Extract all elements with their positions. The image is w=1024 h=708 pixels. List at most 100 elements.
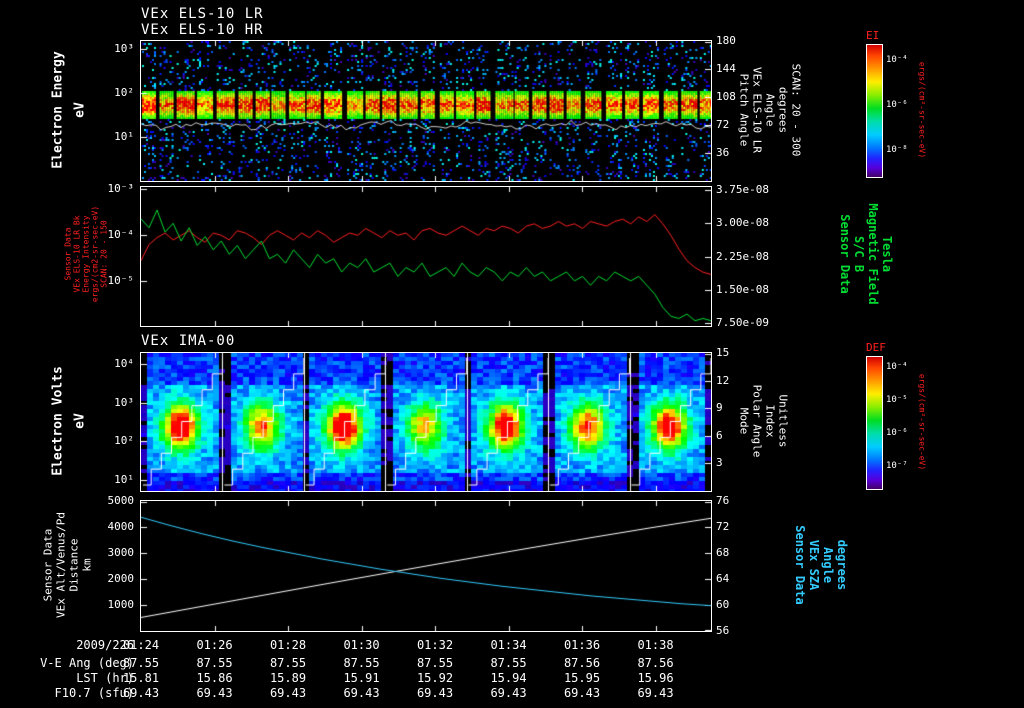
rtick-p3-3: 6 (716, 429, 723, 442)
ytick-p3-2: 10² (114, 434, 134, 447)
ylabel-els-line-2: Energy Intensity (81, 215, 91, 293)
xtick-6: 01:36 (563, 638, 601, 652)
rtick-p1-0: 180 (716, 34, 736, 47)
table-cell-0-4: 87.55 (416, 656, 454, 670)
rlabel-bfield-2: Magnetic Field (866, 203, 880, 305)
ylabel-eph-1: VEx Alt/Venus/Pd (54, 512, 68, 618)
ytick-p4-2: 3000 (107, 546, 135, 559)
ytick-p3-0: 10⁴ (114, 357, 134, 370)
cbtick-els-2: 10⁻⁸ (886, 145, 908, 155)
ytick-p2-1: 10⁻⁴ (107, 228, 135, 241)
ylabel-ima-0: Electron Volts (50, 366, 66, 476)
rlabel-mode-1: Polar Angle (750, 384, 764, 458)
ylabel-els-line-3: ergs/(cm2-sr-sec-eV) (90, 205, 100, 303)
rtick-p2-0: 3.75e-08 (716, 183, 769, 196)
rlabel-mode-2: Index (763, 404, 777, 438)
colorbar-els-title: EI (866, 29, 880, 42)
ylabel-ima-1: eV (72, 413, 88, 429)
xtick-0: 01:24 (122, 638, 160, 652)
ytick-p2-2: 10⁻⁵ (107, 274, 135, 287)
colorbar-ima (866, 356, 883, 490)
els-intensity-bfield-canvas (140, 186, 712, 327)
table-cell-0-6: 87.56 (563, 656, 601, 670)
rlabel-pitch-0: Pitch Angle (737, 73, 751, 147)
rtick-p1-1: 144 (716, 62, 736, 75)
xtick-7: 01:38 (637, 638, 674, 652)
xtick-5: 01:34 (490, 638, 527, 652)
table-cell-2-1: 69.43 (196, 686, 233, 700)
xtick-2: 01:28 (269, 638, 307, 652)
ylabel-els-0: Electron Energy (50, 51, 66, 169)
table-row-label-0: V-E Ang (deg) (40, 656, 134, 670)
cdaweb-plot-screen: VEx ELS-10 LR VEx ELS-10 HR VEx IMA-00 E… (0, 0, 1024, 708)
rtick-p3-1: 12 (716, 374, 730, 387)
ylabel-eph-3: km (80, 558, 94, 572)
plot-title-els-lr: VEx ELS-10 LR (141, 6, 264, 22)
rtick-p4-0: 76 (716, 494, 730, 507)
rlabel-sza-0: Sensor Data (793, 525, 807, 605)
table-cell-1-5: 15.94 (490, 671, 527, 685)
ytick-p4-4: 1000 (107, 598, 135, 611)
plot-title-els-hr: VEx ELS-10 HR (141, 22, 264, 38)
rlabel-pitch-1: VEx ELS-10 LR (750, 66, 764, 154)
ytick-p3-3: 10¹ (114, 473, 134, 486)
table-cell-0-2: 87.55 (269, 656, 307, 670)
rtick-p2-1: 3.00e-08 (716, 216, 769, 229)
xtick-4: 01:32 (416, 638, 454, 652)
cbtick-els-0: 10⁻⁴ (886, 55, 908, 65)
cbtick-ima-0: 10⁻⁴ (886, 362, 908, 372)
colorbar-els (866, 44, 883, 178)
ima-spectrogram-canvas (140, 352, 712, 492)
rtick-p3-0: 15 (716, 346, 730, 359)
els-spectrogram-canvas (140, 40, 712, 182)
rlabel-bfield-3: Tesla (880, 235, 894, 273)
cbtick-ima-2: 10⁻⁶ (886, 428, 908, 438)
xtick-1: 01:26 (196, 638, 233, 652)
rlabel-sza-2: Angle (821, 546, 835, 584)
table-cell-1-7: 15.96 (637, 671, 674, 685)
rtick-p2-4: 7.50e-09 (716, 316, 769, 329)
ytick-p4-1: 4000 (107, 520, 135, 533)
table-cell-1-3: 15.91 (343, 671, 380, 685)
ytick-p1-1: 10² (114, 86, 134, 99)
table-cell-0-5: 87.55 (490, 656, 527, 670)
ylabel-els-1: eV (72, 102, 88, 118)
plot-title-ima: VEx IMA-00 (141, 333, 236, 349)
cbtick-ima-1: 10⁻⁵ (886, 395, 908, 405)
rlabel-sza-3: degrees (835, 539, 849, 591)
cbtick-ima-3: 10⁻⁷ (886, 461, 908, 471)
ytick-p4-0: 5000 (107, 494, 135, 507)
rtick-p2-2: 2.25e-08 (716, 250, 769, 263)
table-cell-2-2: 69.43 (269, 686, 307, 700)
rlabel-sza-1: VEx SZA (807, 539, 821, 591)
ytick-p1-2: 10¹ (114, 130, 134, 143)
rlabel-pitch-3: degrees (776, 86, 790, 134)
xtick-3: 01:30 (343, 638, 380, 652)
rlabel-bfield-1: S/C B (852, 235, 866, 273)
ylabel-els-line-4: SCAN: 20 - 150 (99, 220, 109, 288)
rlabel-mode-0: Mode (737, 407, 751, 435)
ytick-p3-1: 10³ (114, 396, 134, 409)
ylabel-els-line-1: VEx ELS-10 LR Bk (72, 215, 82, 293)
rtick-p4-1: 72 (716, 520, 730, 533)
ytick-p1-0: 10³ (114, 42, 134, 55)
table-cell-1-1: 15.86 (196, 671, 233, 685)
rtick-p4-4: 60 (716, 598, 730, 611)
table-cell-1-0: 15.81 (122, 671, 160, 685)
colorbar-els-units-label: ergs/(cm²-sr-sec-eV) (917, 61, 927, 159)
rtick-p3-2: 9 (716, 401, 723, 414)
table-cell-2-0: 69.43 (122, 686, 160, 700)
ylabel-els-line-0: Sensor Data (63, 227, 73, 281)
rtick-p2-3: 1.50e-08 (716, 283, 769, 296)
ylabel-eph-2: Distance (67, 538, 81, 592)
table-cell-0-0: 87.55 (122, 656, 160, 670)
table-cell-2-5: 69.43 (490, 686, 527, 700)
altitude-sza-canvas (140, 500, 712, 632)
rlabel-bfield-0: Sensor Data (838, 214, 852, 294)
rlabel-pitch-4: SCAN: 20 - 300 (789, 63, 803, 157)
rtick-p4-5: 56 (716, 624, 730, 637)
ytick-p2-0: 10⁻³ (107, 182, 135, 195)
table-cell-0-7: 87.56 (637, 656, 674, 670)
rtick-p1-2: 108 (716, 90, 736, 103)
rlabel-pitch-2: Angle (763, 93, 777, 127)
